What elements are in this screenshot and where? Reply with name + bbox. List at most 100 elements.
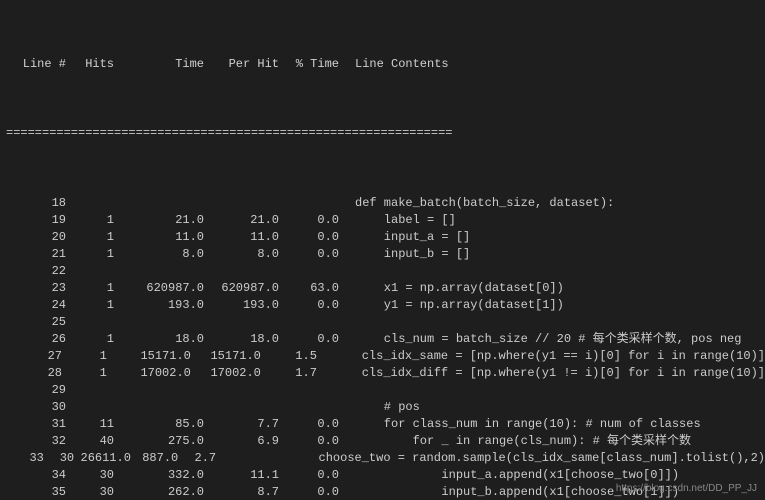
table-row: 25 [6,314,765,331]
cell-line-number: 31 [6,416,66,433]
cell-code: x1 = np.array(dataset[0]) [339,280,564,297]
cell-per-hit: 8.7 [204,484,279,500]
cell-hits: 1 [66,331,114,348]
profile-output: Line # Hits Time Per Hit % Time Line Con… [0,0,765,500]
table-row: 19121.021.00.0 label = [] [6,212,765,229]
cell-hits: 1 [62,348,107,365]
separator: ========================================… [6,125,452,142]
cell-line-number: 32 [6,433,66,450]
cell-time: 85.0 [114,416,204,433]
cell-pct-time: 0.0 [279,467,339,484]
cell-line-number: 29 [6,382,66,399]
cell-per-hit: 6.9 [204,433,279,450]
hdr-hits: Hits [66,56,114,73]
hdr-time: Time [114,56,204,73]
cell-code: for class_num in range(10): # num of cla… [339,416,701,433]
cell-line-number: 34 [6,467,66,484]
cell-hits: 1 [66,246,114,263]
cell-hits: 30 [66,467,114,484]
table-row: 333026611.0887.02.7 choose_two = random.… [6,450,765,467]
table-row: 30 # pos [6,399,765,416]
cell-line-number: 19 [6,212,66,229]
separator-row: ========================================… [6,125,765,142]
cell-hits: 30 [66,484,114,500]
cell-code: y1 = np.array(dataset[1]) [339,297,564,314]
table-row: 231620987.0620987.063.0 x1 = np.array(da… [6,280,765,297]
table-row: 241193.0193.00.0 y1 = np.array(dataset[1… [6,297,765,314]
cell-time: 620987.0 [114,280,204,297]
cell-code: def make_batch(batch_size, dataset): [339,195,614,212]
cell-hits: 30 [44,450,74,467]
cell-hits: 40 [66,433,114,450]
cell-time: 275.0 [114,433,204,450]
cell-line-number: 23 [6,280,66,297]
cell-code: cls_num = batch_size // 20 # 每个类采样个数, po… [339,331,741,348]
cell-line-number: 28 [6,365,62,382]
header-row: Line # Hits Time Per Hit % Time Line Con… [6,56,765,73]
table-row: 18def make_batch(batch_size, dataset): [6,195,765,212]
cell-line-number: 35 [6,484,66,500]
hdr-perhit: Per Hit [204,56,279,73]
hdr-line: Line # [6,56,66,73]
cell-time: 262.0 [114,484,204,500]
cell-time: 193.0 [114,297,204,314]
table-row: 20111.011.00.0 input_a = [] [6,229,765,246]
cell-pct-time: 63.0 [279,280,339,297]
cell-line-number: 27 [6,348,62,365]
cell-code: # pos [339,399,420,416]
cell-hits: 1 [66,212,114,229]
cell-code: cls_idx_diff = [np.where(y1 != i)[0] for… [317,365,765,382]
cell-time: 8.0 [114,246,204,263]
cell-time: 332.0 [114,467,204,484]
cell-time: 15171.0 [107,348,191,365]
cell-time: 26611.0 [74,450,131,467]
cell-per-hit: 11.0 [204,229,279,246]
table-row: 311185.07.70.0 for class_num in range(10… [6,416,765,433]
cell-per-hit: 11.1 [204,467,279,484]
cell-time: 11.0 [114,229,204,246]
cell-code: for _ in range(cls_num): # 每个类采样个数 [339,433,691,450]
profile-rows: 18def make_batch(batch_size, dataset):19… [6,195,765,500]
cell-pct-time: 0.0 [279,484,339,500]
cell-code: choose_two = random.sample(cls_idx_same[… [216,450,765,467]
cell-line-number: 22 [6,263,66,280]
cell-pct-time: 2.7 [178,450,216,467]
cell-pct-time: 0.0 [279,433,339,450]
table-row: 3240275.06.90.0 for _ in range(cls_num):… [6,433,765,450]
table-row: 2118.08.00.0 input_b = [] [6,246,765,263]
table-row: 29 [6,382,765,399]
cell-pct-time: 0.0 [279,416,339,433]
cell-per-hit: 887.0 [131,450,178,467]
cell-pct-time: 0.0 [279,297,339,314]
cell-per-hit: 21.0 [204,212,279,229]
cell-per-hit: 18.0 [204,331,279,348]
cell-pct-time: 1.7 [261,365,317,382]
cell-line-number: 24 [6,297,66,314]
cell-line-number: 25 [6,314,66,331]
cell-line-number: 26 [6,331,66,348]
cell-per-hit: 7.7 [204,416,279,433]
cell-line-number: 21 [6,246,66,263]
table-row: 27115171.015171.01.5 cls_idx_same = [np.… [6,348,765,365]
watermark-text: https://blog.csdn.net/DD_PP_JJ [616,482,757,497]
cell-code: label = [] [339,212,456,229]
cell-per-hit: 15171.0 [191,348,261,365]
cell-hits: 1 [66,280,114,297]
cell-pct-time: 1.5 [261,348,317,365]
cell-hits: 1 [62,365,107,382]
cell-code: input_a = [] [339,229,470,246]
cell-line-number: 33 [6,450,44,467]
cell-pct-time: 0.0 [279,229,339,246]
cell-code: cls_idx_same = [np.where(y1 == i)[0] for… [317,348,765,365]
cell-per-hit: 8.0 [204,246,279,263]
cell-time: 21.0 [114,212,204,229]
cell-pct-time: 0.0 [279,212,339,229]
cell-pct-time: 0.0 [279,331,339,348]
cell-per-hit: 193.0 [204,297,279,314]
cell-pct-time: 0.0 [279,246,339,263]
cell-per-hit: 17002.0 [191,365,261,382]
cell-line-number: 20 [6,229,66,246]
table-row: 26118.018.00.0 cls_num = batch_size // 2… [6,331,765,348]
cell-time: 18.0 [114,331,204,348]
hdr-pct: % Time [279,56,339,73]
